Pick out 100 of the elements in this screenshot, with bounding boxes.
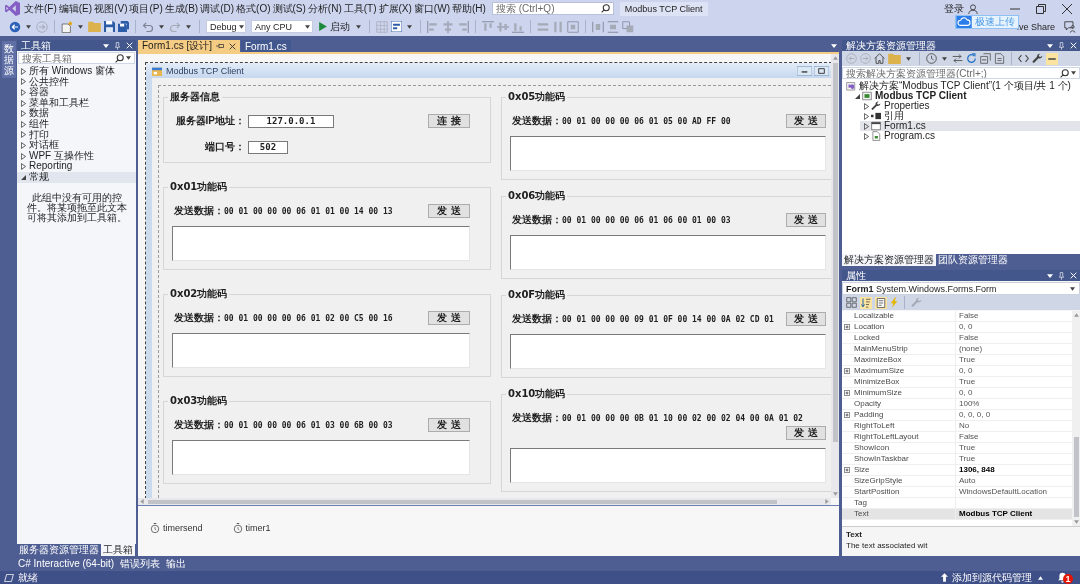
toolbox-category[interactable]: 数据: [17, 108, 136, 119]
expand-icon[interactable]: [844, 412, 850, 418]
code-icon[interactable]: [1018, 53, 1029, 64]
toolbox-category[interactable]: 对话框: [17, 140, 136, 151]
bottom-tab[interactable]: 输出: [166, 556, 187, 571]
close-icon[interactable]: [229, 42, 236, 50]
new-project-icon[interactable]: [61, 20, 73, 33]
undo-icon[interactable]: [142, 20, 154, 33]
expand-icon[interactable]: [844, 390, 850, 396]
clock-icon[interactable]: [926, 53, 937, 64]
property-row[interactable]: MainMenuStrip (none): [842, 344, 1072, 355]
show-files-icon[interactable]: [994, 53, 1005, 64]
menu-item[interactable]: 编辑(E): [57, 0, 94, 17]
caret-icon[interactable]: [942, 56, 947, 61]
property-row[interactable]: SizeGripStyle Auto: [842, 476, 1072, 487]
source-control-link[interactable]: 添加到源代码管理: [952, 571, 1032, 584]
property-row[interactable]: RightToLeft No: [842, 421, 1072, 432]
tree-item[interactable]: 解决方案“Modbus TCP Client”(1 个项目/共 1 个): [842, 81, 1080, 91]
close-icon[interactable]: [1062, 3, 1072, 14]
caret-icon[interactable]: [26, 24, 31, 29]
send-button[interactable]: 发 送: [786, 426, 826, 440]
send-button[interactable]: 发 送: [428, 311, 470, 325]
property-row[interactable]: MaximizeBox True: [842, 355, 1072, 366]
tree-item[interactable]: 引用: [860, 111, 1080, 121]
menu-item[interactable]: 扩展(X): [377, 0, 413, 17]
port-field[interactable]: 502: [248, 140, 288, 154]
caret-icon[interactable]: [831, 44, 837, 48]
pin-icon[interactable]: [216, 43, 225, 49]
tree-item[interactable]: Modbus TCP Client: [851, 91, 1080, 101]
response-field[interactable]: [172, 333, 470, 368]
panel-tab[interactable]: 团队资源管理器: [936, 254, 1010, 266]
configuration-dropdown[interactable]: Debug: [206, 20, 246, 33]
scrollbar-track[interactable]: [1072, 311, 1080, 526]
tray-component[interactable]: timersend: [150, 522, 203, 534]
minimize-icon[interactable]: [797, 65, 812, 76]
object-selector[interactable]: Form1 System.Windows.Forms.Form: [842, 282, 1080, 295]
home-icon[interactable]: [874, 53, 885, 64]
property-row[interactable]: MinimizeBox True: [842, 377, 1072, 388]
panel-tab[interactable]: 服务器资源管理器: [17, 544, 101, 556]
scrollbar-track[interactable]: [138, 498, 831, 505]
triangle-icon[interactable]: [864, 122, 869, 130]
menu-item[interactable]: 分析(N): [306, 0, 343, 17]
toolbox-category[interactable]: Reporting: [17, 161, 136, 172]
property-row[interactable]: Localizable False: [842, 311, 1072, 322]
document-tab[interactable]: Form1.cs [设计]: [138, 40, 240, 52]
maximize-icon[interactable]: [814, 65, 829, 76]
side-tab[interactable]: 数据源: [1, 41, 16, 78]
menu-item[interactable]: 工具(T): [342, 0, 378, 17]
sync-icon[interactable]: [952, 53, 963, 64]
menu-item[interactable]: 项目(P): [128, 0, 164, 17]
toolbox-category[interactable]: 容器: [17, 87, 136, 98]
send-button[interactable]: 发 送: [786, 114, 826, 128]
start-button[interactable]: 启动: [316, 19, 351, 34]
tree-item[interactable]: Properties: [860, 101, 1080, 111]
panel-tab[interactable]: 解决方案资源管理器: [842, 254, 936, 266]
property-row[interactable]: Size 1306, 848: [842, 465, 1072, 476]
save-icon[interactable]: [104, 21, 115, 32]
menu-item[interactable]: 窗口(W): [412, 0, 451, 17]
scrollbar-thumb[interactable]: [1073, 437, 1079, 517]
back-icon[interactable]: [9, 20, 21, 33]
toolbox-category[interactable]: 常规: [17, 171, 136, 183]
triangle-icon[interactable]: [855, 93, 860, 99]
toolbox-category[interactable]: 菜单和工具栏: [17, 97, 136, 109]
property-row[interactable]: ShowIcon True: [842, 443, 1072, 454]
wrench-icon[interactable]: [1032, 53, 1043, 64]
ip-address-field[interactable]: 127.0.0.1: [248, 114, 334, 128]
collapse-icon[interactable]: [980, 53, 991, 64]
toolbox-category[interactable]: WPF 互操作性: [17, 150, 136, 162]
bottom-tab[interactable]: C# Interactive (64-bit): [18, 558, 115, 569]
search-field[interactable]: 搜索解决方案资源管理器(Ctrl+;): [842, 67, 1080, 79]
menu-item[interactable]: 测试(S): [271, 0, 307, 17]
platform-dropdown[interactable]: Any CPU: [251, 20, 313, 33]
feedback-icon[interactable]: [1064, 20, 1076, 33]
sign-in-link[interactable]: 登录: [944, 1, 964, 16]
send-button[interactable]: 发 送: [428, 204, 470, 218]
property-row[interactable]: Padding 0, 0, 0, 0: [842, 410, 1072, 421]
tray-component[interactable]: timer1: [232, 522, 271, 534]
search-field[interactable]: 搜索 (Ctrl+Q): [491, 2, 614, 15]
caret-icon[interactable]: [356, 24, 361, 29]
menu-item[interactable]: 生成(B): [163, 0, 200, 17]
menu-item[interactable]: 文件(F): [23, 0, 58, 17]
caret-icon[interactable]: [103, 43, 109, 48]
triangle-icon[interactable]: [864, 102, 869, 110]
property-row[interactable]: Text Modbus TCP Client: [842, 509, 1072, 520]
response-field[interactable]: [510, 448, 826, 483]
up-arrow-icon[interactable]: [941, 573, 948, 582]
person-icon[interactable]: [968, 3, 978, 14]
scrollbar-thumb[interactable]: [148, 499, 777, 504]
property-row[interactable]: Locked False: [842, 333, 1072, 344]
toolbox-category[interactable]: 所有 Windows 窗体: [17, 66, 136, 77]
caret-icon[interactable]: [159, 24, 164, 29]
caret-icon[interactable]: [407, 24, 412, 29]
expand-icon[interactable]: [844, 324, 850, 330]
property-row[interactable]: StartPosition WindowsDefaultLocation: [842, 487, 1072, 498]
scrollbar-thumb[interactable]: [832, 63, 838, 442]
list-icon[interactable]: [875, 296, 887, 309]
property-row[interactable]: Location 0, 0: [842, 322, 1072, 333]
caret-icon[interactable]: [78, 24, 83, 29]
caret-icon[interactable]: [906, 56, 911, 61]
property-row[interactable]: MinimumSize 0, 0: [842, 388, 1072, 399]
